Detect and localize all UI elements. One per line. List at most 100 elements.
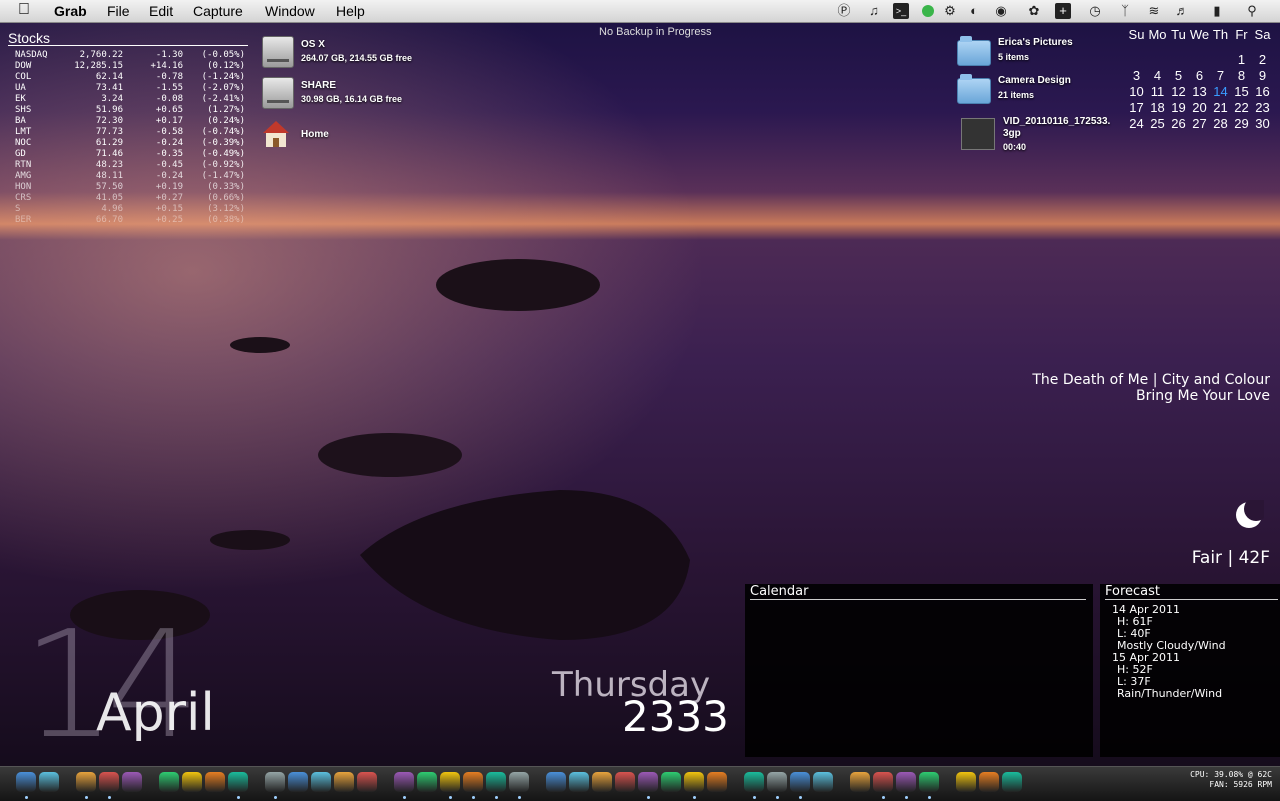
drive-share-icon[interactable] [262,77,294,109]
pineapple-icon[interactable] [334,772,354,792]
star-icon[interactable] [707,772,727,792]
plus-icon[interactable]: + [1055,3,1071,19]
home-icon[interactable] [261,119,291,149]
headphones-icon[interactable]: ♫ [866,3,882,19]
trash-icon[interactable] [1002,772,1022,792]
facetime-icon[interactable] [205,772,225,792]
calendar-day [1126,52,1147,68]
photo-booth-icon[interactable] [311,772,331,792]
stock-percent: (0.66%) [207,193,245,203]
stock-price: 48.23 [95,160,123,170]
drive-osx-label[interactable]: OS X [301,39,325,50]
folder-ericas-pictures-label[interactable]: Erica's Pictures [998,37,1073,48]
flipboard-icon[interactable] [638,772,658,792]
ichat-icon[interactable] [182,772,202,792]
stock-percent: (1.27%) [207,105,245,115]
stock-change: +0.17 [155,116,183,126]
stock-percent: (-0.05%) [201,50,245,60]
stock-row: RTN 48.23 -0.45 (-0.92%) [8,160,248,171]
menu-window[interactable]: Window [265,3,315,19]
video-file-label-line1[interactable]: VID_20110116_172533. [1003,116,1110,127]
now-playing-track: The Death of Me | City and Colour [1032,372,1270,388]
file-icon[interactable] [979,772,999,792]
safari-icon[interactable] [99,772,119,792]
stock-change: -0.78 [155,72,183,82]
time-icon[interactable] [896,772,916,792]
search-icon[interactable]: ⚲ [1244,3,1260,19]
time-machine-icon[interactable]: ◐ [966,3,982,19]
adium-duck-icon[interactable] [744,772,764,792]
utility-icon[interactable] [919,772,939,792]
cross-icon[interactable] [486,772,506,792]
dvd-icon[interactable] [684,772,704,792]
upload-icon[interactable] [615,772,635,792]
folder-ericas-pictures-icon[interactable] [957,36,991,66]
bluetooth-icon[interactable]: ᛉ [1117,3,1133,19]
menu-file[interactable]: File [107,3,130,19]
preview-icon[interactable] [394,772,414,792]
xcode-icon[interactable] [357,772,377,792]
iphoto-icon[interactable] [569,772,589,792]
ipod-icon[interactable] [288,772,308,792]
app-store-icon[interactable] [39,772,59,792]
terminal-icon[interactable] [790,772,810,792]
folder-camera-design-label[interactable]: Camera Design [998,75,1071,86]
paw-icon[interactable]: ✿ [1026,3,1042,19]
video-file-label-line2[interactable]: 3gp [1003,128,1021,139]
system-icon[interactable] [850,772,870,792]
stock-price: 57.50 [95,182,123,192]
drive-osx-icon[interactable] [262,36,294,68]
documents-folder-icon[interactable] [956,772,976,792]
clock-icon[interactable]: ◷ [1087,3,1103,19]
calendar-day: 25 [1150,116,1165,131]
disk-icon[interactable] [873,772,893,792]
now-playing-album: Bring Me Your Love [1136,388,1270,404]
scanner-icon[interactable] [592,772,612,792]
home-label[interactable]: Home [301,129,329,140]
pdf-icon[interactable] [661,772,681,792]
green-status-icon[interactable] [920,3,936,19]
cpu-stat: CPU: 39.08% @ 62C [1190,770,1272,779]
menu-edit[interactable]: Edit [149,3,173,19]
x11-icon[interactable] [767,772,787,792]
stock-percent: (0.12%) [207,61,245,71]
wifi-icon[interactable]: ≋ [1146,3,1162,19]
chrome-icon[interactable] [76,772,96,792]
menu-capture[interactable]: Capture [193,3,243,19]
quicksilver-icon[interactable]: Ⓟ [836,3,852,19]
calendar-day: 29 [1234,116,1249,131]
battery-icon[interactable]: ▮ [1206,3,1228,19]
mail-icon[interactable] [463,772,483,792]
app-menu-grab[interactable]: Grab [54,3,87,19]
itunes-icon[interactable] [265,772,285,792]
stock-row: DOW 12,285.15 +14.16 (0.12%) [8,61,248,72]
stock-row: BA 72.30 +0.17 (0.24%) [8,116,248,127]
stock-price: 2,760.22 [79,50,123,60]
volume-icon[interactable]: ♬ [1174,3,1190,19]
eye-icon[interactable]: ◉ [993,3,1009,19]
finder-icon[interactable] [16,772,36,792]
ical-icon[interactable] [509,772,529,792]
calendar-day: 19 [1171,100,1186,115]
running-indicator [647,796,650,799]
stock-change: +0.15 [155,204,183,214]
stock-percent: (-1.47%) [201,171,245,181]
calendar-day: 6 [1195,68,1204,83]
adium-icon[interactable] [159,772,179,792]
drive-share-label[interactable]: SHARE [301,80,336,91]
gear-icon[interactable]: ⚙ [942,3,958,19]
network-icon[interactable] [813,772,833,792]
video-thumbnail-icon[interactable] [961,118,995,150]
opera-icon[interactable] [122,772,142,792]
pen-tool-icon[interactable] [417,772,437,792]
skype-icon[interactable] [228,772,248,792]
stock-change: +0.65 [155,105,183,115]
menu-help[interactable]: Help [336,3,365,19]
apple-icon[interactable]:  [18,1,30,19]
terminal-icon[interactable]: >_ [893,3,909,19]
folder-camera-design-icon[interactable] [957,74,991,104]
now-playing: The Death of Me | City and Colour Bring … [1032,372,1270,404]
photo-icon[interactable] [440,772,460,792]
notes-icon[interactable] [546,772,566,792]
stock-price: 41.05 [95,193,123,203]
